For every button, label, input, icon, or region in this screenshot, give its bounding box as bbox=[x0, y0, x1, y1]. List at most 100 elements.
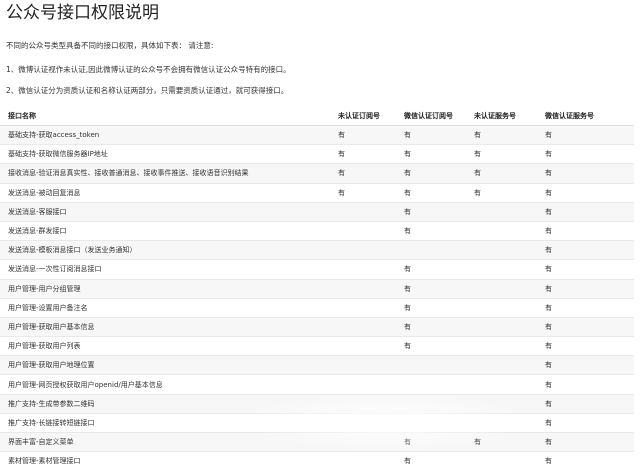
cell-unverified-service bbox=[466, 413, 537, 434]
cell-verified-service: 有 bbox=[537, 221, 634, 242]
table-row: 发送消息-被动回复消息有有有有 bbox=[0, 183, 634, 203]
cell-unverified-service bbox=[466, 317, 537, 338]
cell-unverified-service: 有 bbox=[466, 144, 537, 165]
note-2: 2、微信认证分为资质认证和名称认证两部分，只需要资质认证通过，就可获得接口。 bbox=[6, 86, 289, 95]
header-unverified-subscription: 未认证订阅号 bbox=[330, 106, 396, 126]
table-row: 发送消息-客服接口 有 有 bbox=[0, 202, 634, 222]
table-row: 界面丰富-自定义菜单有有有 bbox=[0, 432, 634, 453]
table-row: 用户管理-获取用户基本信息 有 有 bbox=[0, 317, 634, 338]
cell-interface-name: 用户管理-获取用户基本信息 bbox=[0, 317, 330, 338]
cell-unverified-service bbox=[466, 202, 537, 222]
cell-verified-service: 有 bbox=[537, 355, 634, 376]
table-row: 接收消息-验证消息真实性、接收普通消息、接收事件推送、接收语音识别结果有有有有 bbox=[0, 163, 634, 184]
cell-interface-name: 用户管理-用户分组管理 bbox=[0, 279, 330, 299]
cell-verified-subscription: 有 bbox=[396, 279, 466, 299]
cell-unverified-subscription bbox=[330, 279, 396, 299]
cell-unverified-subscription bbox=[330, 221, 396, 242]
cell-verified-subscription bbox=[396, 413, 466, 434]
cell-verified-service: 有 bbox=[537, 336, 634, 357]
cell-unverified-subscription: 有 bbox=[330, 144, 396, 165]
cell-interface-name: 基础支持-获取微信服务器IP地址 bbox=[0, 144, 330, 165]
cell-interface-name: 用户管理-获取用户列表 bbox=[0, 336, 330, 357]
cell-unverified-subscription: 有 bbox=[330, 183, 396, 203]
cell-unverified-subscription bbox=[330, 432, 396, 453]
cell-unverified-service bbox=[466, 451, 537, 465]
cell-interface-name: 用户管理-网页授权获取用户openid/用户基本信息 bbox=[0, 374, 330, 395]
cell-interface-name: 用户管理-获取用户地理位置 bbox=[0, 355, 330, 376]
table-row: 素材管理-素材管理接口 有 有 bbox=[0, 451, 634, 465]
table-row: 发送消息-一次性订阅消息接口 有 有 bbox=[0, 259, 634, 280]
cell-unverified-subscription bbox=[330, 259, 396, 280]
cell-verified-service: 有 bbox=[537, 374, 634, 395]
table-row: 用户管理-获取用户地理位置 有 bbox=[0, 355, 634, 376]
table-row: 发送消息-群发接口 有 有 bbox=[0, 221, 634, 242]
cell-verified-subscription: 有 bbox=[396, 221, 466, 242]
cell-unverified-service bbox=[466, 298, 537, 318]
cell-verified-subscription: 有 bbox=[396, 259, 466, 280]
cell-unverified-subscription bbox=[330, 355, 396, 376]
header-verified-subscription: 微信认证订阅号 bbox=[396, 106, 466, 126]
cell-interface-name: 发送消息-一次性订阅消息接口 bbox=[0, 259, 330, 280]
cell-interface-name: 发送消息-客服接口 bbox=[0, 202, 330, 222]
cell-verified-service: 有 bbox=[537, 240, 634, 261]
cell-unverified-subscription bbox=[330, 374, 396, 395]
cell-unverified-service: 有 bbox=[466, 163, 537, 184]
cell-verified-subscription: 有 bbox=[396, 317, 466, 338]
cell-verified-subscription bbox=[396, 240, 466, 261]
cell-unverified-subscription bbox=[330, 413, 396, 434]
cell-unverified-service bbox=[466, 221, 537, 242]
cell-verified-service: 有 bbox=[537, 144, 634, 165]
header-verified-service: 微信认证服务号 bbox=[537, 106, 634, 126]
cell-interface-name: 接收消息-验证消息真实性、接收普通消息、接收事件推送、接收语音识别结果 bbox=[0, 163, 330, 184]
table-row: 用户管理-网页授权获取用户openid/用户基本信息 有 bbox=[0, 374, 634, 395]
cell-unverified-subscription: 有 bbox=[330, 163, 396, 184]
cell-interface-name: 推广支持-生成带参数二维码 bbox=[0, 394, 330, 414]
table-row: 发送消息-模板消息接口（发送业务通知） 有 bbox=[0, 240, 634, 261]
cell-interface-name: 推广支持-长链接转短链接口 bbox=[0, 413, 330, 434]
cell-verified-subscription: 有 bbox=[396, 163, 466, 184]
cell-unverified-subscription bbox=[330, 298, 396, 318]
cell-verified-service: 有 bbox=[537, 279, 634, 299]
cell-unverified-subscription bbox=[330, 202, 396, 222]
cell-verified-service: 有 bbox=[537, 451, 634, 465]
cell-interface-name: 发送消息-被动回复消息 bbox=[0, 183, 330, 203]
cell-verified-subscription: 有 bbox=[396, 202, 466, 222]
cell-verified-subscription bbox=[396, 355, 466, 376]
cell-verified-service: 有 bbox=[537, 202, 634, 222]
cell-verified-service: 有 bbox=[537, 298, 634, 318]
cell-verified-service: 有 bbox=[537, 183, 634, 203]
cell-verified-service: 有 bbox=[537, 125, 634, 146]
cell-unverified-service: 有 bbox=[466, 183, 537, 203]
table-header: 接口名称 未认证订阅号 微信认证订阅号 未认证服务号 微信认证服务号 bbox=[0, 106, 634, 126]
header-interface-name: 接口名称 bbox=[0, 106, 330, 126]
table-row: 用户管理-获取用户列表 有 有 bbox=[0, 336, 634, 357]
cell-interface-name: 用户管理-设置用户备注名 bbox=[0, 298, 330, 318]
cell-unverified-subscription bbox=[330, 240, 396, 261]
page-title: 公众号接口权限说明 bbox=[6, 3, 159, 23]
table-row: 基础支持-获取access_token 有有有有 bbox=[0, 125, 634, 146]
table-row: 用户管理-设置用户备注名 有 有 bbox=[0, 298, 634, 318]
cell-unverified-service: 有 bbox=[466, 125, 537, 146]
table-row: 推广支持-生成带参数二维码 有 bbox=[0, 394, 634, 414]
document-page: 公众号接口权限说明 不同的公众号类型具备不同的接口权限，具体如下表： 请注意: … bbox=[0, 0, 640, 465]
cell-unverified-subscription: 有 bbox=[330, 125, 396, 146]
cell-unverified-service bbox=[466, 336, 537, 357]
cell-verified-service: 有 bbox=[537, 413, 634, 434]
table-row: 用户管理-用户分组管理 有 有 bbox=[0, 279, 634, 299]
cell-verified-subscription bbox=[396, 374, 466, 395]
cell-verified-service: 有 bbox=[537, 394, 634, 414]
cell-unverified-service bbox=[466, 355, 537, 376]
cell-verified-subscription: 有 bbox=[396, 298, 466, 318]
cell-verified-service: 有 bbox=[537, 163, 634, 184]
cell-unverified-service bbox=[466, 240, 537, 261]
cell-interface-name: 界面丰富-自定义菜单 bbox=[0, 432, 330, 453]
cell-verified-subscription: 有 bbox=[396, 125, 466, 146]
cell-unverified-subscription bbox=[330, 317, 396, 338]
cell-interface-name: 发送消息-模板消息接口（发送业务通知） bbox=[0, 240, 330, 261]
cell-verified-service: 有 bbox=[537, 432, 634, 453]
cell-interface-name: 素材管理-素材管理接口 bbox=[0, 451, 330, 465]
cell-verified-subscription bbox=[396, 394, 466, 414]
cell-verified-subscription: 有 bbox=[396, 183, 466, 203]
permissions-table: 接口名称 未认证订阅号 微信认证订阅号 未认证服务号 微信认证服务号 基础支持-… bbox=[0, 106, 634, 465]
cell-interface-name: 发送消息-群发接口 bbox=[0, 221, 330, 242]
